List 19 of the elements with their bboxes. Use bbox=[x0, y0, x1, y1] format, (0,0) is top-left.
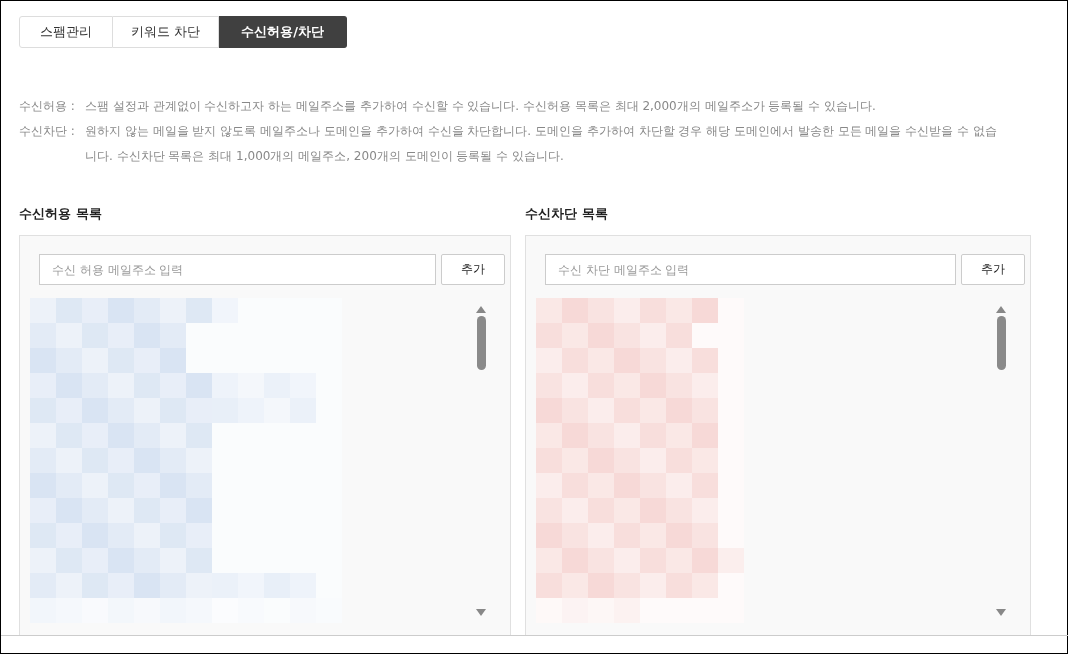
add-button[interactable]: 추가 bbox=[961, 254, 1025, 285]
description-text: 원하지 않는 메일을 받지 않도록 메일주소나 도메인을 추가하여 수신을 차단합니다. 도메인을 추가하여 차단할 경우 해당 도메인에서 발송한 모든 메일을 수신받을 수 없습니다. 수신차단 목록은 최대 1,000개의 메일주소, 200개의 도메인이 등록될 수 있습니다. bbox=[85, 123, 998, 165]
scrollbar-thumb[interactable] bbox=[476, 316, 486, 370]
scroll-down-icon[interactable] bbox=[996, 609, 1006, 616]
scroll-up-icon[interactable] bbox=[476, 306, 486, 313]
description-text: 스팸 설정과 관계없이 수신하고자 하는 메일주소를 추가하여 수신할 수 있습니다. 수신허용 목록은 최대 2,000개의 메일주소가 등록될 수 있습니다. bbox=[85, 98, 877, 115]
description-label: 수신차단 : bbox=[19, 123, 76, 140]
email-input-field[interactable]: 수신 차단 메일주소 입력 bbox=[545, 254, 956, 285]
description-label: 수신허용 : bbox=[19, 98, 76, 115]
tab[interactable]: 스팸관리 bbox=[19, 16, 113, 48]
tab[interactable]: 수신허용/차단 bbox=[219, 16, 347, 48]
list-title: 수신차단 목록 bbox=[525, 205, 609, 223]
scroll-down-icon[interactable] bbox=[476, 609, 486, 616]
list-title: 수신허용 목록 bbox=[19, 205, 103, 223]
add-button[interactable]: 추가 bbox=[441, 254, 505, 285]
tab[interactable]: 키워드 차단 bbox=[113, 16, 220, 48]
scrollbar-thumb[interactable] bbox=[996, 316, 1006, 370]
email-input-field[interactable]: 수신 허용 메일주소 입력 bbox=[39, 254, 436, 285]
scroll-up-icon[interactable] bbox=[996, 306, 1006, 313]
